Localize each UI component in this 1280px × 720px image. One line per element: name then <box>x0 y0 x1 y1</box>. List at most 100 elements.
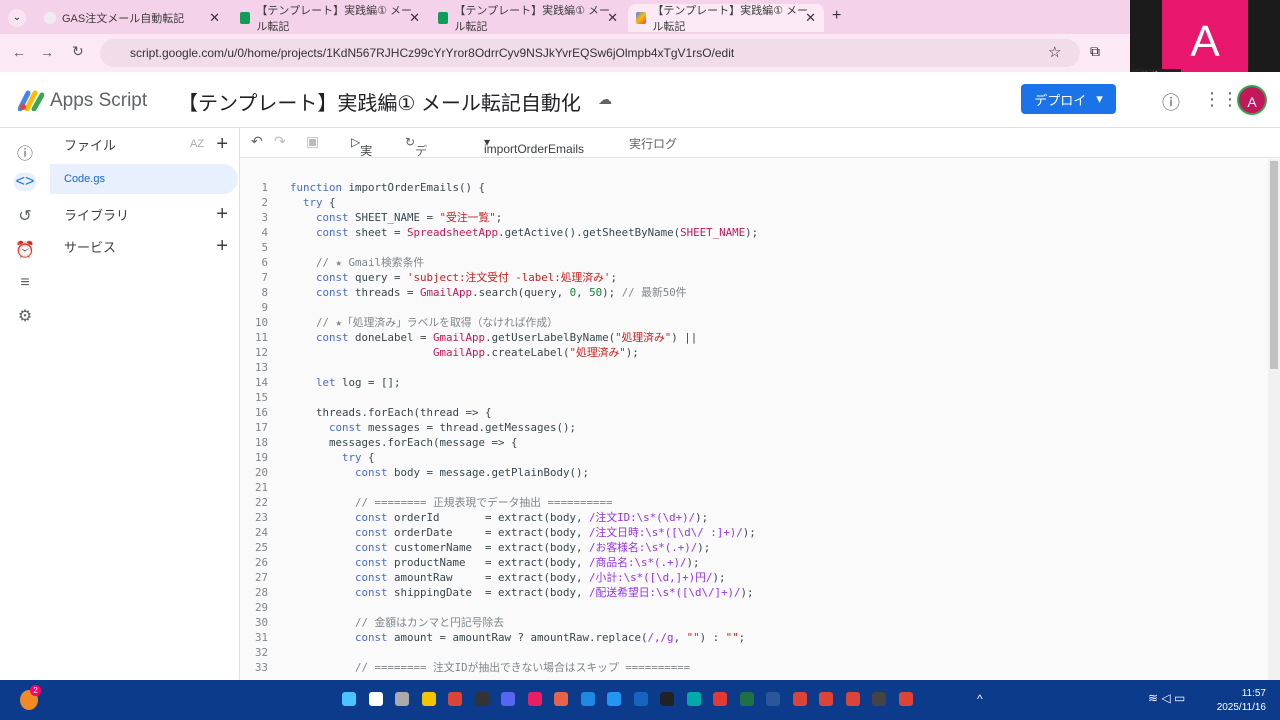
save-icon[interactable]: ▣ <box>306 133 319 150</box>
execution-log-button[interactable]: 実行ログ <box>629 135 677 152</box>
taskbar-app-icon[interactable] <box>554 692 568 706</box>
browser-tab-2[interactable]: 【テンプレート】実践編① メール転記 ✕ <box>232 4 428 33</box>
code-line[interactable]: 3 const SHEET_NAME = "受注一覧"; <box>240 210 1268 225</box>
editor-scrollbar[interactable] <box>1268 159 1280 680</box>
editor-icon[interactable]: <> <box>14 173 36 191</box>
project-title[interactable]: 【テンプレート】実践編① メール転記自動化 <box>178 87 581 116</box>
redo-icon[interactable]: ↷ <box>274 133 286 150</box>
code-line[interactable]: 30 // 金額はカンマと円記号除去 <box>240 615 1268 630</box>
close-tab-icon[interactable]: ✕ <box>409 10 420 26</box>
file-code-gs[interactable]: Code.gs <box>50 164 238 194</box>
taskbar-app-icon[interactable] <box>845 692 860 706</box>
clock[interactable]: 11:57 2025/11/16 <box>1217 687 1266 715</box>
taskbar-app-icon[interactable] <box>368 692 383 706</box>
code-line[interactable]: 12 GmailApp.createLabel("処理済み"); <box>240 345 1268 360</box>
taskbar-app-icon[interactable] <box>448 692 462 706</box>
help-icon[interactable]: ⓘ <box>1162 89 1180 115</box>
close-tab-icon[interactable]: ✕ <box>805 10 816 26</box>
taskbar-app-icon[interactable] <box>607 692 621 706</box>
taskbar-app-icon[interactable] <box>527 692 542 706</box>
browser-tab-4-active[interactable]: 【テンプレート】実践編① メール転記 ✕ <box>628 4 824 33</box>
code-line[interactable]: 19 try { <box>240 450 1268 465</box>
code-line[interactable]: 6 // ★ Gmail検索条件 <box>240 255 1268 270</box>
settings-icon[interactable]: ⚙ <box>14 306 36 326</box>
code-line[interactable]: 13 <box>240 360 1268 375</box>
extensions-icon[interactable]: ⧉ <box>1090 43 1100 60</box>
taskbar-app-icon[interactable] <box>819 692 833 706</box>
code-line[interactable]: 31 const amount = amountRaw ? amountRaw.… <box>240 630 1268 645</box>
taskbar-app-icon[interactable] <box>342 692 356 706</box>
apps-grid-icon[interactable]: ⋮⋮ <box>1203 89 1239 110</box>
code-editor[interactable]: 1 function importOrderEmails() {2 try {3 … <box>240 159 1268 680</box>
tab-search-button[interactable]: ⌄ <box>8 9 26 27</box>
taskbar-app-icon[interactable] <box>898 692 913 706</box>
close-tab-icon[interactable]: ✕ <box>209 10 220 26</box>
run-button[interactable]: ▷ 実行 <box>351 135 372 175</box>
code-line[interactable]: 25 const customerName = extract(body, /お… <box>240 540 1268 555</box>
overview-icon[interactable]: ⓘ <box>14 140 36 164</box>
code-line[interactable]: 22 // ======== 正規表現でデータ抽出 ========== <box>240 495 1268 510</box>
code-line[interactable]: 26 const productName = extract(body, /商品… <box>240 555 1268 570</box>
debug-button[interactable]: ↻ デバッグ <box>405 135 427 209</box>
executions-icon[interactable]: ≡ <box>14 274 36 292</box>
code-line[interactable]: 2 try { <box>240 195 1268 210</box>
browser-tab-1[interactable]: GAS注文メール自動転記 ✕ <box>36 4 228 32</box>
code-line[interactable]: 16 threads.forEach(thread => { <box>240 405 1268 420</box>
code-line[interactable]: 24 const orderDate = extract(body, /注文日時… <box>240 525 1268 540</box>
taskbar-app-icon[interactable] <box>713 692 727 706</box>
code-line[interactable]: 15 <box>240 390 1268 405</box>
function-select[interactable]: importOrderEmails ▾ <box>484 135 584 156</box>
taskbar-app-icon[interactable] <box>474 692 489 706</box>
code-line[interactable]: 29 <box>240 600 1268 615</box>
services-section[interactable]: サービス + <box>50 230 238 262</box>
undo-icon[interactable]: ↶ <box>251 133 263 150</box>
history-icon[interactable]: ↺ <box>14 206 36 226</box>
code-line[interactable]: 5 <box>240 240 1268 255</box>
taskbar-app-icon[interactable] <box>395 692 409 706</box>
taskbar-app-icon[interactable] <box>739 692 754 706</box>
taskbar-app-icon[interactable] <box>421 692 436 706</box>
account-avatar[interactable]: A <box>1237 85 1267 115</box>
code-line[interactable]: 1 function importOrderEmails() { <box>240 180 1268 195</box>
add-service-button[interactable]: + <box>216 235 228 258</box>
code-line[interactable]: 14 let log = []; <box>240 375 1268 390</box>
taskbar-app-icon[interactable] <box>872 692 886 706</box>
code-line[interactable]: 4 const sheet = SpreadsheetApp.getActive… <box>240 225 1268 240</box>
taskbar-app-icon[interactable] <box>580 692 595 706</box>
taskbar-app-icon[interactable] <box>792 692 807 706</box>
code-line[interactable]: 18 messages.forEach(message => { <box>240 435 1268 450</box>
code-line[interactable]: 9 <box>240 300 1268 315</box>
code-line[interactable]: 27 const amountRaw = extract(body, /小計:\… <box>240 570 1268 585</box>
add-library-button[interactable]: + <box>216 203 228 226</box>
code-line[interactable]: 11 const doneLabel = GmailApp.getUserLab… <box>240 330 1268 345</box>
add-file-button[interactable]: + <box>216 133 228 156</box>
code-line[interactable]: 17 const messages = thread.getMessages()… <box>240 420 1268 435</box>
taskbar-app-icon[interactable] <box>660 692 674 706</box>
close-tab-icon[interactable]: ✕ <box>607 10 618 26</box>
taskbar-app-icon[interactable] <box>766 692 780 706</box>
forward-icon[interactable]: → <box>40 44 54 60</box>
code-line[interactable]: 28 const shippingDate = extract(body, /配… <box>240 585 1268 600</box>
tray-chevron-icon[interactable]: ^ <box>977 692 983 706</box>
code-line[interactable]: 23 const orderId = extract(body, /注文ID:\… <box>240 510 1268 525</box>
code-line[interactable]: 32 <box>240 645 1268 660</box>
scrollbar-thumb[interactable] <box>1270 161 1278 369</box>
back-icon[interactable]: ← <box>12 44 26 60</box>
new-tab-button[interactable]: + <box>832 7 841 25</box>
wifi-volume-battery-icons[interactable]: ≋ ◁ ▭ <box>1148 691 1185 705</box>
code-line[interactable]: 21 <box>240 480 1268 495</box>
taskbar-app-icon[interactable] <box>501 692 515 706</box>
url-input[interactable]: script.google.com/u/0/home/projects/1KdN… <box>100 39 1080 67</box>
deploy-button[interactable]: デプロイ ▾ <box>1021 84 1116 114</box>
libraries-section[interactable]: ライブラリ + <box>50 198 238 230</box>
taskbar-app-icon[interactable] <box>686 692 701 706</box>
bookmark-star-icon[interactable]: ☆ <box>1048 43 1061 61</box>
taskbar-app-icon[interactable] <box>633 692 648 706</box>
sort-files-button[interactable]: AZ <box>190 138 204 150</box>
code-line[interactable]: 10 // ★「処理済み」ラベルを取得（なければ作成） <box>240 315 1268 330</box>
code-line[interactable]: 33 // ======== 注文IDが抽出できない場合はスキップ ======… <box>240 660 1268 675</box>
code-line[interactable]: 8 const threads = GmailApp.search(query,… <box>240 285 1268 300</box>
code-line[interactable]: 20 const body = message.getPlainBody(); <box>240 465 1268 480</box>
reload-icon[interactable]: ↻ <box>72 43 84 60</box>
triggers-icon[interactable]: ⏰ <box>14 240 36 260</box>
